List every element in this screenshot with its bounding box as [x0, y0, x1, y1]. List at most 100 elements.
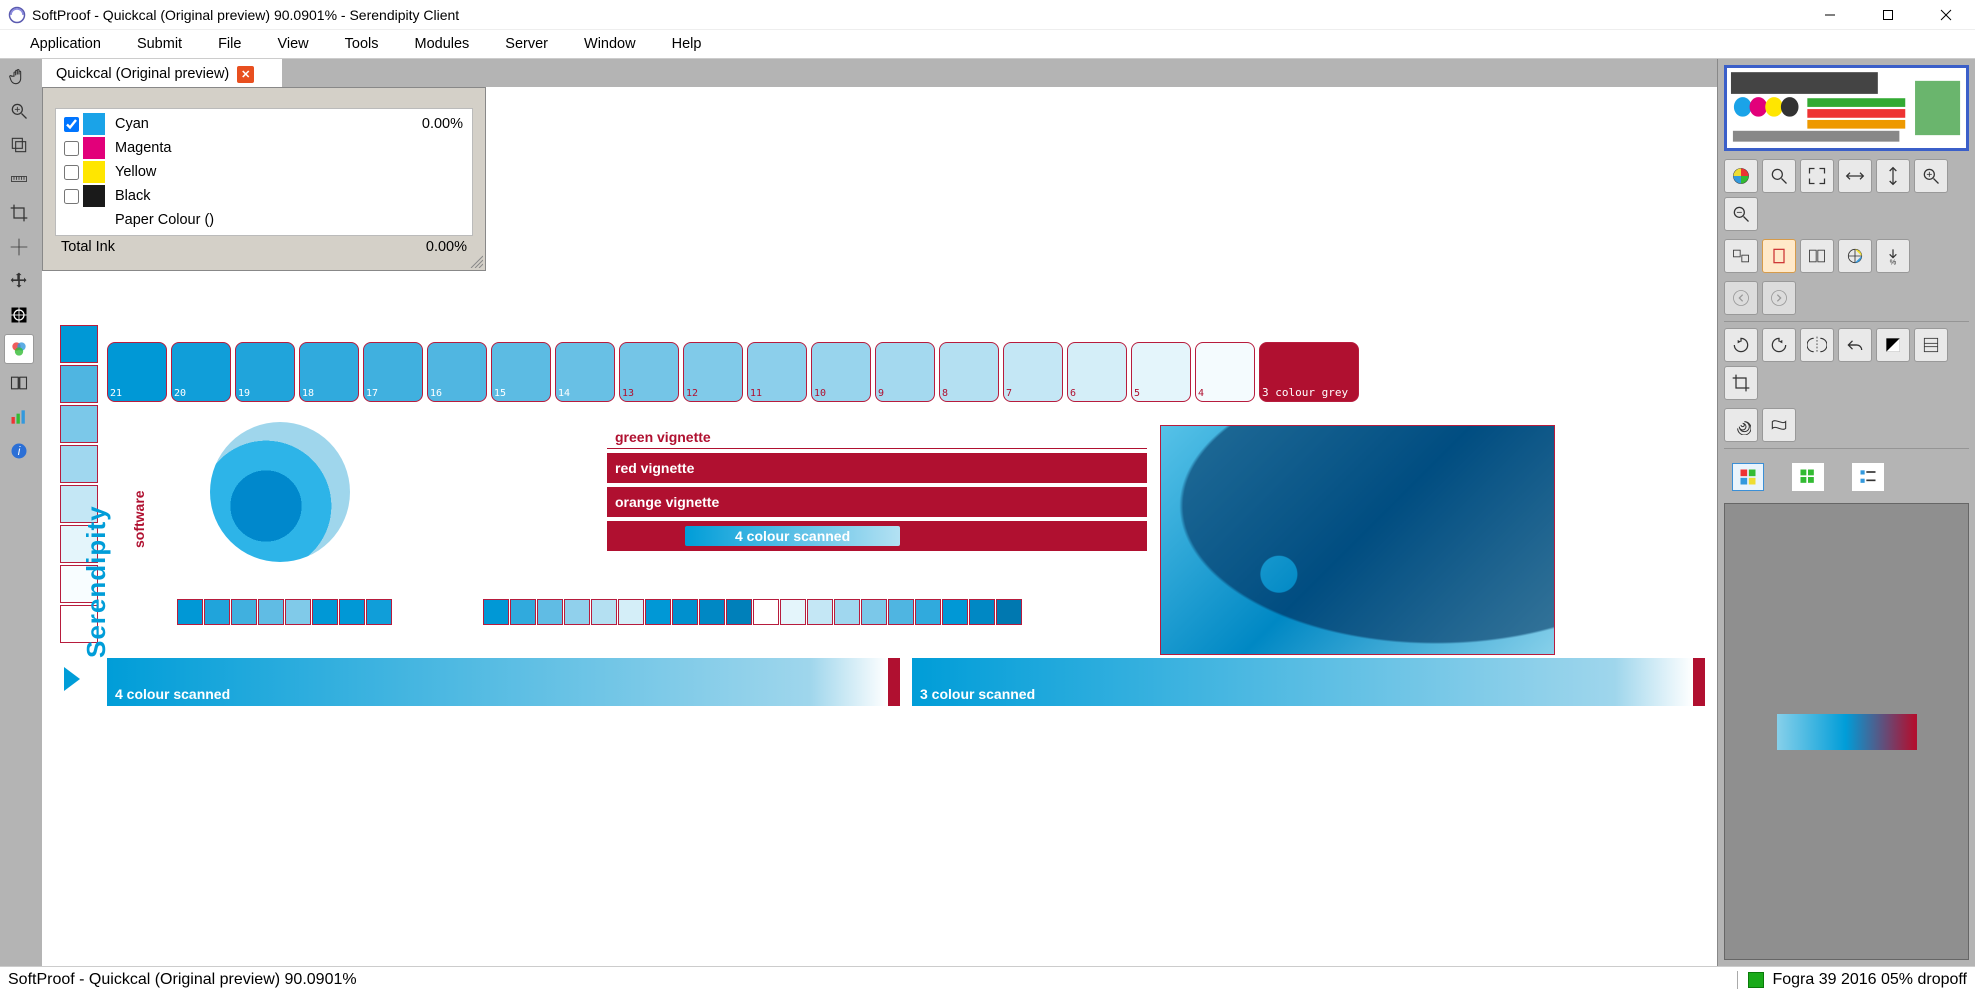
ink-checkbox-magenta[interactable]	[64, 141, 79, 156]
menu-view[interactable]: View	[259, 32, 326, 56]
swatch	[591, 599, 617, 625]
invert-icon[interactable]	[1876, 328, 1910, 362]
zoom-in-icon[interactable]	[1914, 159, 1948, 193]
nav-forward-icon[interactable]	[1762, 281, 1796, 315]
rotate-cw-icon[interactable]	[1724, 328, 1758, 362]
fullscreen-icon[interactable]	[1800, 159, 1834, 193]
menu-file[interactable]: File	[200, 32, 259, 56]
right-tool-grid: %	[1724, 159, 1969, 451]
color-wheel-icon[interactable]	[1724, 159, 1758, 193]
minimize-button[interactable]	[1801, 0, 1859, 30]
ruler-tool-icon[interactable]	[4, 164, 34, 194]
close-button[interactable]	[1917, 0, 1975, 30]
swatch: 20	[171, 342, 231, 402]
bars-tool-icon[interactable]	[4, 402, 34, 432]
ink-row-magenta: Magenta	[59, 136, 469, 160]
spiral-icon[interactable]	[1724, 408, 1758, 442]
info-tool-icon[interactable]: i	[4, 436, 34, 466]
fit-width-icon[interactable]	[1838, 159, 1872, 193]
rotate-ccw-icon[interactable]	[1762, 328, 1796, 362]
ink-coverage-panel[interactable]: Cyan 0.00% Magenta Yellow	[42, 87, 486, 271]
percent-icon[interactable]: %	[1876, 239, 1910, 273]
swatch: 4	[1195, 342, 1255, 402]
zoom-tool-icon[interactable]	[4, 96, 34, 126]
swatch	[807, 599, 833, 625]
menu-modules[interactable]: Modules	[396, 32, 487, 56]
swatch: 17	[363, 342, 423, 402]
page-list-thumbnail[interactable]	[1724, 503, 1969, 960]
viewmode-row	[1724, 459, 1969, 495]
target-tool-icon[interactable]	[4, 300, 34, 330]
swatch	[780, 599, 806, 625]
crop-tool-icon[interactable]	[4, 198, 34, 228]
swatch	[285, 599, 311, 625]
swatch	[726, 599, 752, 625]
maximize-button[interactable]	[1859, 0, 1917, 30]
zoom-fit-icon[interactable]	[1762, 159, 1796, 193]
hand-tool-icon[interactable]	[4, 62, 34, 92]
play-icon	[64, 667, 80, 691]
photo-preview	[1160, 425, 1555, 655]
ribbon-icon[interactable]	[1762, 408, 1796, 442]
swatch	[366, 599, 392, 625]
tab-close-icon[interactable]: ✕	[237, 66, 254, 83]
swatch: 21	[107, 342, 167, 402]
swatch: 11	[747, 342, 807, 402]
swatch	[618, 599, 644, 625]
ink-swatch-cyan	[83, 113, 105, 135]
ink-swatch-black	[83, 185, 105, 207]
ink-checkbox-black[interactable]	[64, 189, 79, 204]
swatch	[60, 365, 98, 403]
single-page-icon[interactable]	[1762, 239, 1796, 273]
workspace: i Quickcal (Original preview) ✕ 21 20 19…	[0, 59, 1975, 966]
svg-text:%: %	[1890, 257, 1897, 266]
menu-submit[interactable]: Submit	[119, 32, 200, 56]
swatch	[699, 599, 725, 625]
menu-application[interactable]: Application	[12, 32, 119, 56]
double-page-icon[interactable]	[1800, 239, 1834, 273]
swatch	[231, 599, 257, 625]
zoom-out-icon[interactable]	[1724, 197, 1758, 231]
viewmode-list-icon[interactable]	[1852, 463, 1884, 491]
grid-rows-icon[interactable]	[1914, 328, 1948, 362]
top-swatches: 21 20 19 18 17 16 15 14 13 12 11 10 9 8 …	[107, 342, 1359, 402]
window-title: SoftProof - Quickcal (Original preview) …	[32, 7, 1801, 23]
ink-swatch-yellow	[83, 161, 105, 183]
viewmode-tiles-icon[interactable]	[1792, 463, 1824, 491]
book-tool-icon[interactable]	[4, 368, 34, 398]
tab-quickcal[interactable]: Quickcal (Original preview) ✕	[42, 59, 282, 87]
bar-3c: 3 colour scanned	[912, 658, 1705, 706]
menu-window[interactable]: Window	[566, 32, 654, 56]
ink-checkbox-yellow[interactable]	[64, 165, 79, 180]
swatch	[645, 599, 671, 625]
flip-icon[interactable]	[1800, 328, 1834, 362]
ink-row-yellow: Yellow	[59, 160, 469, 184]
status-right: Fogra 39 2016 05% dropoff	[1737, 971, 1967, 989]
menu-server[interactable]: Server	[487, 32, 566, 56]
move-tool-icon[interactable]	[4, 266, 34, 296]
menu-help[interactable]: Help	[654, 32, 720, 56]
brand-sub-text: software	[131, 490, 147, 548]
compare-icon[interactable]	[1724, 239, 1758, 273]
fit-height-icon[interactable]	[1876, 159, 1910, 193]
crop-2-icon[interactable]	[1724, 366, 1758, 400]
resize-grip-icon[interactable]	[467, 252, 483, 268]
clip-tool-icon[interactable]	[4, 130, 34, 160]
navigator-thumbnail[interactable]	[1724, 65, 1969, 151]
swatch	[60, 405, 98, 443]
vignette-4c: 4 colour scanned	[607, 521, 1147, 551]
separation-icon[interactable]	[1838, 239, 1872, 273]
menu-tools[interactable]: Tools	[327, 32, 397, 56]
status-bar: SoftProof - Quickcal (Original preview) …	[0, 966, 1975, 993]
swatch: 19	[235, 342, 295, 402]
viewmode-grid-icon[interactable]	[1732, 463, 1764, 491]
undo-icon[interactable]	[1838, 328, 1872, 362]
ink-checkbox-cyan[interactable]	[64, 117, 79, 132]
crosshair-tool-icon[interactable]	[4, 232, 34, 262]
channels-tool-icon[interactable]	[4, 334, 34, 364]
swatch	[861, 599, 887, 625]
nav-back-icon[interactable]	[1724, 281, 1758, 315]
vignette-orange: orange vignette	[607, 487, 1147, 517]
swatch	[537, 599, 563, 625]
swatch	[483, 599, 509, 625]
